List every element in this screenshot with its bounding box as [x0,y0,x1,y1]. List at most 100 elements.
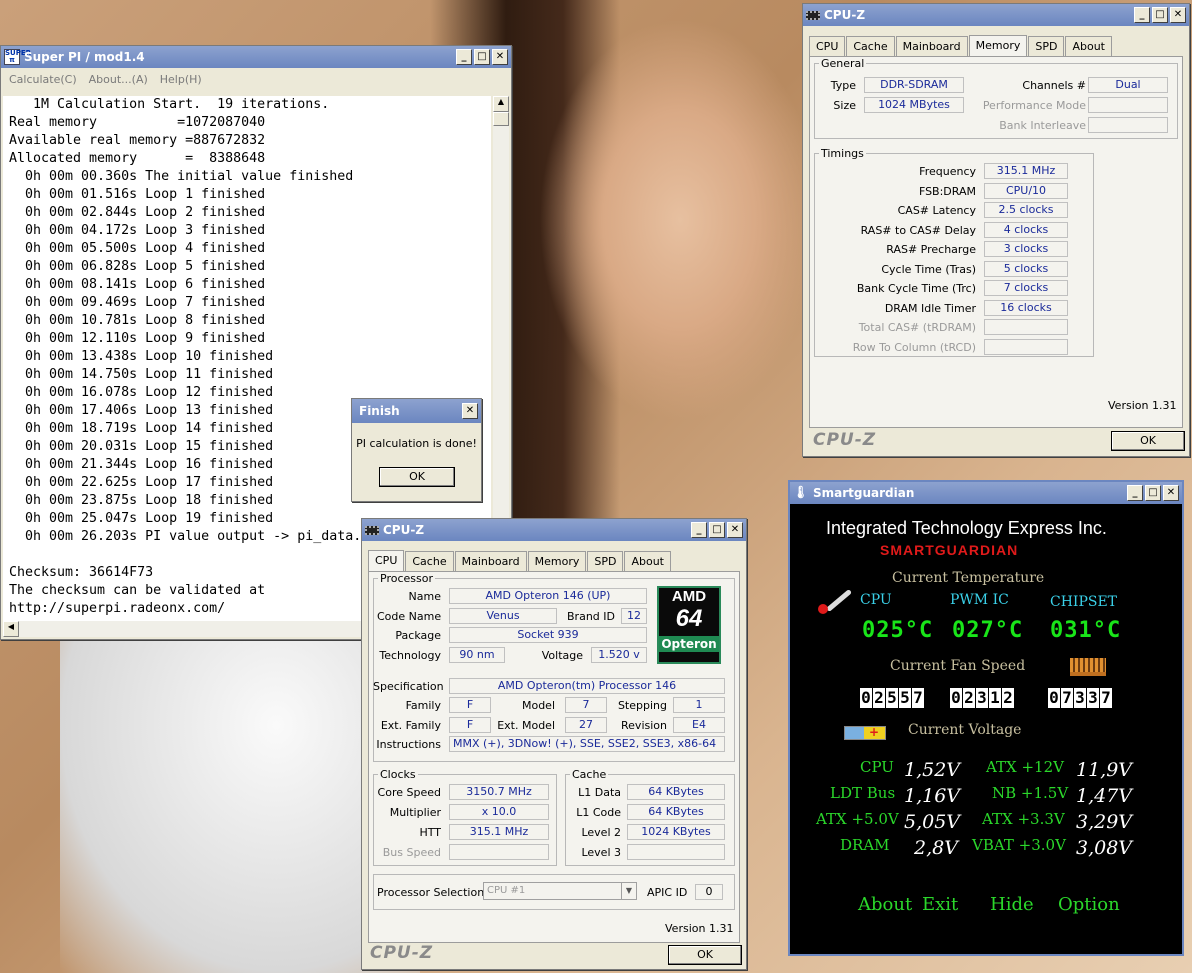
tab-cpu[interactable]: CPU [809,36,846,56]
output-line: 0h 00m 01.516s Loop 1 finished [9,187,266,202]
tab-about[interactable]: About [1065,36,1112,56]
spec-value: AMD Opteron(tm) Processor 146 [449,678,725,694]
tab-cache[interactable]: Cache [846,36,895,56]
cpu-panel: Processor Name AMD Opteron 146 (UP) Code… [368,571,740,943]
timing-value: 315.1 MHz [984,163,1068,179]
timing-label: DRAM Idle Timer [884,301,976,315]
fan-digit: 3 [1074,688,1086,708]
codename-value: Venus [449,608,557,624]
amd-brand: AMD [671,588,707,605]
smartguardian-window[interactable]: 🌡 Smartguardian _ □ ✕ Integrated Technol… [788,480,1184,956]
close-button[interactable]: ✕ [1170,7,1186,23]
close-button[interactable]: ✕ [462,403,478,419]
ok-button[interactable]: OK [1111,431,1185,451]
tab-memory[interactable]: Memory [527,551,587,571]
family-label: Family [405,699,441,712]
hide-button[interactable]: Hide [990,894,1034,915]
type-value: DDR-SDRAM [864,77,964,93]
model-value: 7 [565,697,607,713]
voltage-value: 3,08V [1076,837,1133,859]
exit-button[interactable]: Exit [922,894,958,915]
maximize-button[interactable]: □ [474,49,490,65]
scroll-up-arrow[interactable]: ▲ [493,96,509,112]
close-button[interactable]: ✕ [492,49,508,65]
extmodel-value: 27 [565,717,607,733]
channels-value: Dual [1088,77,1168,93]
voltage-label: Voltage [541,649,583,662]
tab-cpu[interactable]: CPU [368,550,405,572]
chip-icon [365,525,379,535]
scroll-thumb[interactable] [493,112,509,126]
minimize-button[interactable]: _ [1127,485,1143,501]
temp-value-chipset: 031°C [1050,618,1122,643]
minimize-button[interactable]: _ [691,522,707,538]
l1code-value: 64 KBytes [627,804,725,820]
output-line: 0h 00m 12.110s Loop 9 finished [9,331,266,346]
codename-label: Code Name [377,610,442,623]
tab-mainboard[interactable]: Mainboard [454,551,527,571]
technology-value: 90 nm [449,647,505,663]
smartguardian-titlebar[interactable]: 🌡 Smartguardian _ □ ✕ [790,482,1182,504]
option-button[interactable]: Option [1058,894,1120,915]
scroll-left-arrow[interactable]: ◀ [3,621,19,637]
clocks-legend: Clocks [380,768,416,781]
voltage-value: 11,9V [1076,759,1133,781]
timing-label: RAS# Precharge [886,243,976,256]
tab-memory[interactable]: Memory [968,35,1028,57]
tab-cache[interactable]: Cache [405,551,454,571]
superpi-titlebar[interactable]: SUPER π Super PI / mod1.4 _ □ ✕ [1,46,511,68]
fan-digit: 5 [886,688,898,708]
fan-digit: 2 [873,688,885,708]
chevron-down-icon[interactable]: ▼ [621,883,636,899]
menu-about[interactable]: About...(A) [89,73,148,86]
cpuz-memory-window[interactable]: CPU-Z _ □ ✕ CPU Cache Mainboard Memory S… [802,3,1190,457]
output-line: 1M Calculation Start. 19 iterations. [9,97,330,112]
package-value: Socket 939 [449,627,647,643]
busspeed-value [449,844,549,860]
version-label: Version 1.31 [1108,399,1177,412]
finish-titlebar[interactable]: Finish ✕ [352,399,481,423]
close-button[interactable]: ✕ [1163,485,1179,501]
procsel-dropdown[interactable]: CPU #1 ▼ [483,882,637,900]
superpi-menubar: Calculate(C) About...(A) Help(H) [1,68,511,90]
fan-digit: 1 [989,688,1001,708]
timing-label: Bank Cycle Time (Trc) [856,282,976,295]
minimize-button[interactable]: _ [456,49,472,65]
maximize-button[interactable]: □ [1152,7,1168,23]
tab-spd[interactable]: SPD [587,551,624,571]
ok-button[interactable]: OK [379,467,455,487]
corespeed-value: 3150.7 MHz [449,784,549,800]
ok-button[interactable]: OK [668,945,742,965]
voltage-label: ATX +5.0V [816,810,899,828]
menu-help[interactable]: Help(H) [160,73,202,86]
tab-mainboard[interactable]: Mainboard [895,36,968,56]
extfamily-value: F [449,717,491,733]
cpuz-tabs: CPU Cache Mainboard Memory SPD About [362,541,746,572]
timing-value: 5 clocks [984,260,1068,277]
product-name: SMARTGUARDIAN [880,542,1019,558]
tab-about[interactable]: About [624,551,671,571]
cpuz-cpu-window[interactable]: CPU-Z _ □ ✕ CPU Cache Mainboard Memory S… [361,518,747,970]
tab-spd[interactable]: SPD [1028,36,1065,56]
cpuz-memory-titlebar[interactable]: CPU-Z _ □ ✕ [803,4,1189,26]
voltage-value: 1.520 v [591,647,647,663]
timing-value: 16 clocks [984,299,1068,316]
about-button[interactable]: About [858,894,912,915]
maximize-button[interactable]: □ [1145,485,1161,501]
timing-label: FSB:DRAM [918,184,976,198]
window-title: CPU-Z [383,523,425,537]
apic-value: 0 [695,884,723,900]
fan-digit: 0 [860,688,872,708]
cpuz-cpu-titlebar[interactable]: CPU-Z _ □ ✕ [362,519,746,541]
finish-dialog[interactable]: Finish ✕ PI calculation is done! OK [351,398,482,502]
timing-value: 3 clocks [984,241,1068,257]
channels-label: Channels # [1022,79,1086,92]
voltage-value: 5,05V [904,811,961,833]
processor-legend: Processor [380,572,433,585]
minimize-button[interactable]: _ [1134,7,1150,23]
maximize-button[interactable]: □ [709,522,725,538]
revision-value: E4 [673,717,725,733]
menu-calculate[interactable]: Calculate(C) [9,73,77,86]
output-line: Available real memory =887672832 [9,133,266,148]
close-button[interactable]: ✕ [727,522,743,538]
